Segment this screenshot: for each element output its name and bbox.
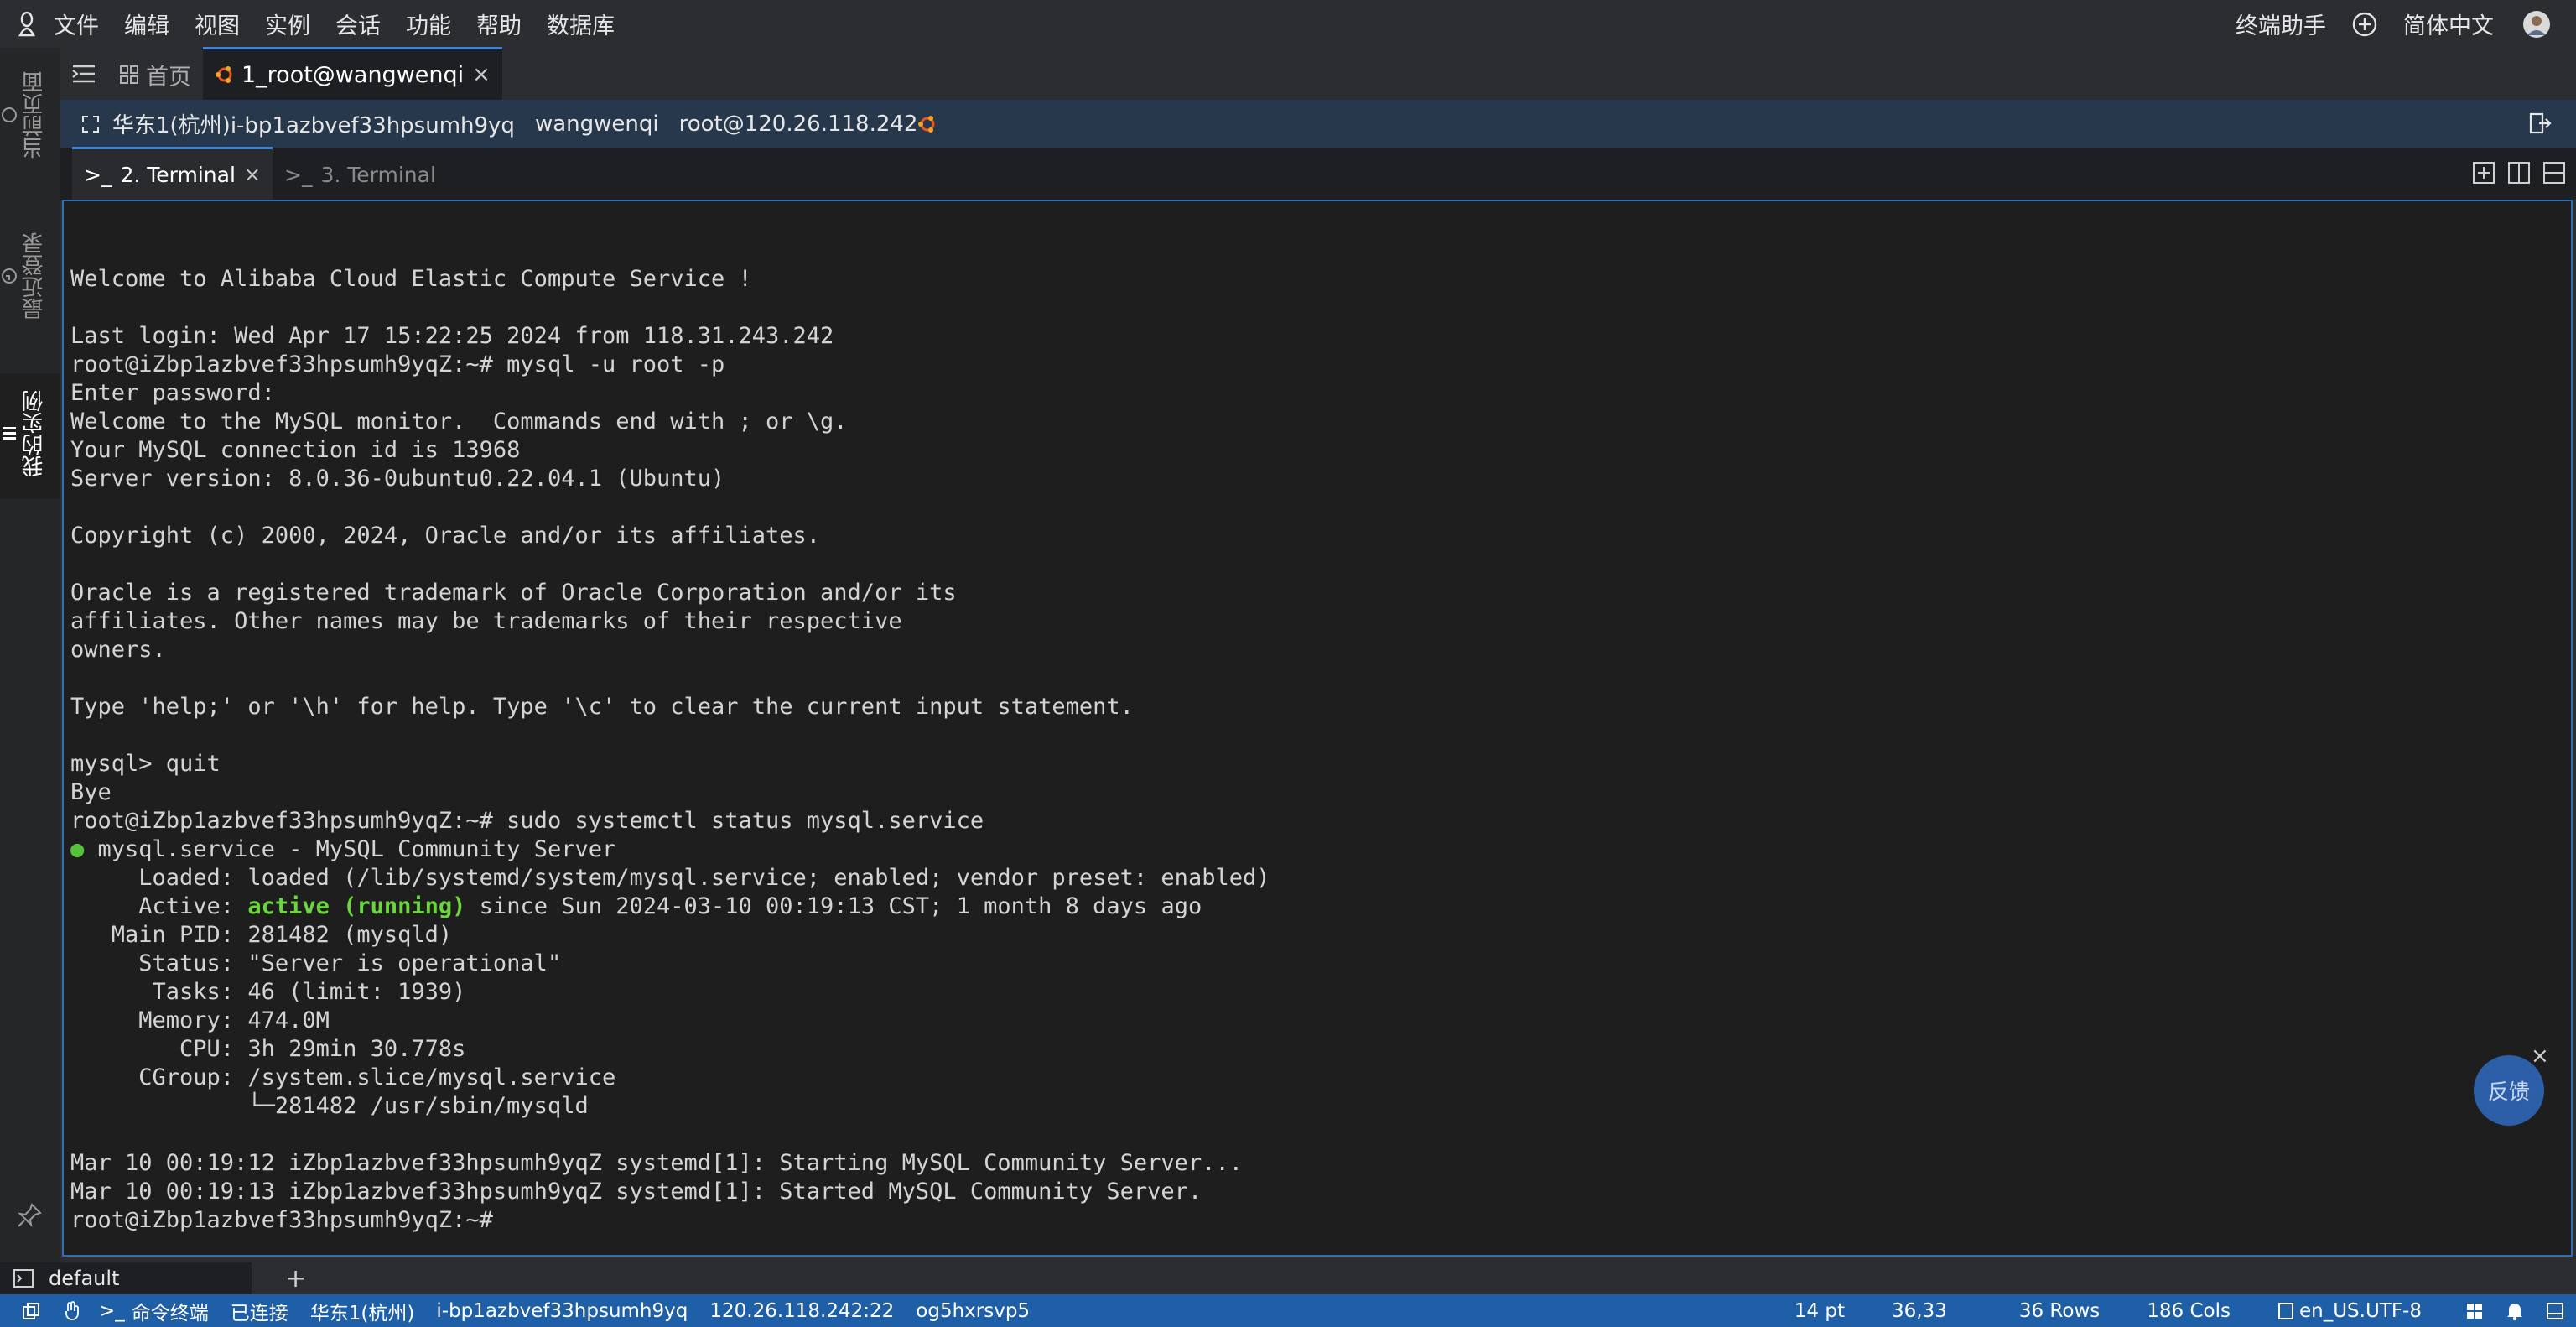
instance-id: 华东1(杭州)i-bp1azbvef33hpsumh9yq	[112, 113, 515, 138]
service-status-dot: ●	[70, 836, 85, 862]
encoding-label: en_US.UTF-8	[2298, 1299, 2422, 1322]
tab-terminal-2[interactable]: >_ 2. Terminal ×	[72, 147, 273, 200]
document-icon	[2277, 1302, 2293, 1319]
session-tab-label: default	[49, 1267, 120, 1290]
split-horizontal-icon[interactable]	[2542, 161, 2566, 185]
terminal-lines-before: Welcome to Alibaba Cloud Elastic Compute…	[70, 266, 1134, 834]
language-selector[interactable]: 简体中文	[2403, 8, 2494, 40]
left-sidebar: 当前页面 最近登录 我的实例	[0, 48, 60, 1262]
terminal-output[interactable]: Welcome to Alibaba Cloud Elastic Compute…	[62, 200, 2573, 1257]
region: 华东1(杭州)	[309, 1302, 415, 1324]
instance-id: i-bp1azbvef33hpsumh9yq	[436, 1299, 688, 1322]
sidebar-tab-label: 最近登录	[22, 232, 47, 320]
close-icon[interactable]: ×	[472, 62, 491, 87]
panel-icon[interactable]	[2546, 1302, 2564, 1320]
terminal-lines-after: since Sun 2024-03-10 00:19:13 CST; 1 mon…	[70, 893, 1243, 1233]
menu-database[interactable]: 数据库	[547, 8, 615, 40]
tab-terminal-3[interactable]: >_ 3. Terminal	[273, 149, 448, 200]
sidebar-tab-my-instances[interactable]: 我的实例	[0, 373, 60, 499]
session-tab-default[interactable]: default	[0, 1262, 252, 1294]
instance-name: wangwenqi	[534, 111, 659, 137]
terminal-icon	[13, 1269, 34, 1288]
menu-view[interactable]: 视图	[195, 8, 240, 40]
split-vertical-icon[interactable]	[2507, 161, 2531, 185]
terminal-prompt-icon: >_	[99, 1299, 125, 1322]
address: 120.26.118.242:22	[709, 1299, 895, 1322]
status-bar: >_ 命令终端 已连接 华东1(杭州) i-bp1azbvef33hpsumh9…	[0, 1294, 2576, 1327]
status-right: 14 pt 36,33 36 Rows 186 Cols en_US.UTF-8	[1769, 1294, 2564, 1327]
terminal-prompt-icon: >_	[284, 162, 313, 187]
bell-icon[interactable]	[2506, 1301, 2524, 1321]
menu-file[interactable]: 文件	[54, 8, 99, 40]
ubuntu-icon	[216, 66, 232, 83]
sidebar-tab-label: 我的实例	[22, 390, 47, 477]
add-session-icon[interactable]: +	[285, 1264, 306, 1293]
menu-toggle-icon[interactable]	[60, 48, 107, 100]
session-bar: default +	[0, 1262, 2576, 1294]
terminal-prompt-icon: >_	[84, 162, 112, 187]
instance-host: root@120.26.118.242	[678, 111, 918, 137]
font-size[interactable]: 14 pt	[1794, 1300, 1845, 1322]
pin-icon[interactable]	[15, 1201, 44, 1230]
col-count: 186 Cols	[2147, 1299, 2231, 1322]
sidebar-tab-label: 当前页面	[22, 71, 47, 159]
terminal-mode[interactable]: >_ 命令终端	[99, 1297, 209, 1325]
refresh-icon	[2, 107, 17, 122]
menu-instance[interactable]: 实例	[265, 8, 310, 40]
menu-session[interactable]: 会话	[335, 8, 381, 40]
expand-icon[interactable]	[80, 114, 101, 134]
sidebar-tab-recent-logins[interactable]: 最近登录	[0, 199, 60, 358]
encoding[interactable]: en_US.UTF-8	[2277, 1300, 2422, 1322]
close-icon[interactable]: ×	[244, 163, 261, 186]
tab-home-label: 首页	[146, 64, 191, 91]
terminal-layout-controls	[2472, 161, 2566, 185]
menu-edit[interactable]: 编辑	[124, 8, 169, 40]
cursor-position: 36,33	[1891, 1299, 1947, 1322]
add-circle-icon[interactable]	[2351, 11, 2378, 38]
new-terminal-icon[interactable]	[2472, 161, 2496, 185]
ubuntu-icon	[918, 115, 935, 133]
terminal-text: Welcome to Alibaba Cloud Elastic Compute…	[70, 265, 1270, 1235]
session-id: og5hxrsvp5	[916, 1299, 1031, 1322]
hand-icon[interactable]	[62, 1300, 80, 1321]
tab-session[interactable]: 1_root@wangwenqi ×	[203, 47, 502, 100]
menu-help[interactable]: 帮助	[476, 8, 522, 40]
menu-features[interactable]: 功能	[406, 8, 451, 40]
connection-status: 已连接	[230, 1302, 288, 1324]
sidebar-tab-current-page[interactable]: 当前页面	[0, 55, 60, 180]
clock-icon	[2, 268, 17, 284]
grid-icon	[120, 65, 138, 84]
terminal-tab-bar: >_ 2. Terminal × >_ 3. Terminal	[60, 147, 2576, 200]
active-state: active (running)	[247, 893, 466, 919]
instance-info-bar: 华东1(杭州)i-bp1azbvef33hpsumh9yq wangwenqi …	[60, 100, 2576, 148]
tab-terminal-label: 2. Terminal	[120, 162, 236, 187]
session-tab-bar: 首页 1_root@wangwenqi ×	[60, 47, 2576, 100]
terminal-mode-label: 命令终端	[131, 1302, 209, 1324]
menu-bar: 文件 编辑 视图 实例 会话 功能 帮助 数据库 终端助手 简体中文	[0, 0, 2576, 48]
menu-right: 终端助手 简体中文	[2236, 0, 2551, 48]
terminal-assistant-button[interactable]: 终端助手	[2236, 8, 2326, 40]
list-icon	[3, 427, 16, 440]
layout-icon[interactable]	[2465, 1302, 2484, 1320]
linux-penguin-icon[interactable]	[0, 11, 54, 37]
tab-home[interactable]: 首页	[107, 49, 203, 100]
copy-icon[interactable]	[22, 1302, 40, 1320]
tab-terminal-label: 3. Terminal	[320, 162, 436, 187]
tab-session-label: 1_root@wangwenqi	[242, 61, 465, 88]
row-count: 36 Rows	[2018, 1299, 2101, 1322]
avatar[interactable]	[2522, 10, 2551, 39]
exit-icon[interactable]	[2527, 111, 2553, 136]
close-icon[interactable]: ×	[2531, 1043, 2549, 1069]
